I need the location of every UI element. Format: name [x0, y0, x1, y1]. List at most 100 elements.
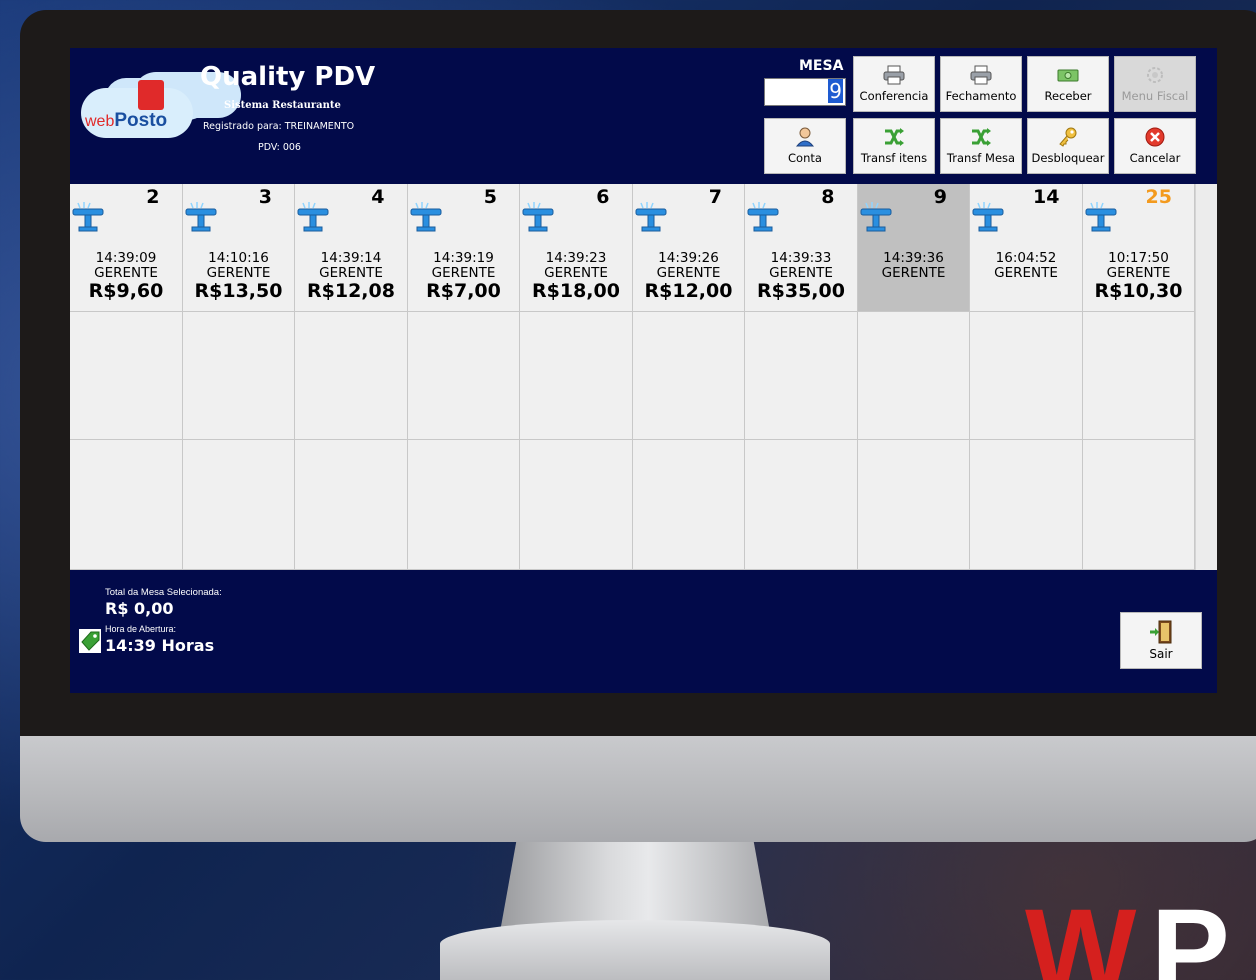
- mesa-input[interactable]: 9: [764, 78, 846, 106]
- desbloquear-label: Desbloquear: [1031, 151, 1105, 165]
- table-user: GERENTE: [544, 265, 608, 281]
- restaurant-table-icon: [522, 200, 554, 234]
- grid-scrollbar[interactable]: [1195, 184, 1217, 570]
- menu-fiscal-label: Menu Fiscal: [1121, 89, 1189, 103]
- table-number: 6: [596, 186, 610, 208]
- table-open-time: 10:17:50: [1108, 250, 1169, 266]
- brand-letter-p: P: [1151, 892, 1230, 980]
- cancelar-button[interactable]: Cancelar: [1114, 118, 1196, 174]
- mesa-input-value: 9: [828, 79, 843, 103]
- transfer-arrows-icon: [885, 128, 904, 146]
- monitor-neck: [500, 842, 770, 932]
- table-open-time: 14:39:26: [658, 250, 719, 266]
- cancelar-label: Cancelar: [1129, 151, 1181, 165]
- empty-table-cell[interactable]: [745, 440, 858, 570]
- registered-to: Registrado para: TREINAMENTO: [203, 121, 355, 132]
- empty-table-cell[interactable]: [70, 440, 183, 570]
- exit-door-icon: [1150, 620, 1172, 644]
- restaurant-table-icon: [297, 200, 329, 234]
- table-cell-6[interactable]: 6 14:39:23 GERENTE R$18,00: [520, 184, 633, 312]
- receber-label: Receber: [1044, 89, 1092, 103]
- transf-mesa-label: Transf Mesa: [946, 151, 1016, 165]
- total-value: R$ 0,00: [105, 599, 174, 618]
- empty-table-cell[interactable]: [1082, 312, 1195, 440]
- table-value: R$9,60: [88, 280, 164, 302]
- restaurant-table-icon: [185, 200, 217, 234]
- tag-icon: [79, 629, 101, 653]
- sair-button[interactable]: Sair: [1120, 612, 1202, 669]
- menu-fiscal-button[interactable]: Menu Fiscal: [1114, 56, 1196, 112]
- restaurant-table-icon: [860, 200, 892, 234]
- empty-table-cell[interactable]: [970, 312, 1083, 440]
- empty-table-cell[interactable]: [632, 440, 745, 570]
- conferencia-button[interactable]: Conferencia: [853, 56, 935, 112]
- money-icon: [1057, 69, 1079, 82]
- table-open-time: 14:39:36: [883, 250, 944, 266]
- conta-label: Conta: [788, 151, 822, 165]
- desbloquear-button[interactable]: Desbloquear: [1027, 118, 1109, 174]
- fiscal-gear-icon: [1147, 67, 1163, 83]
- table-cell-7[interactable]: 7 14:39:26 GERENTE R$12,00: [632, 184, 745, 312]
- restaurant-table-icon: [747, 200, 779, 234]
- table-user: GERENTE: [319, 265, 383, 281]
- empty-table-cell[interactable]: [520, 440, 633, 570]
- table-cell-14[interactable]: 14 16:04:52 GERENTE: [970, 184, 1083, 312]
- empty-table-cell[interactable]: [857, 440, 970, 570]
- table-user: GERENTE: [206, 265, 271, 281]
- table-cell-4[interactable]: 4 14:39:14 GERENTE R$12,08: [295, 184, 408, 312]
- restaurant-table-icon: [72, 200, 104, 234]
- logo-text-web: web: [85, 113, 115, 130]
- conta-button[interactable]: Conta: [764, 118, 846, 174]
- empty-table-cell[interactable]: [407, 440, 520, 570]
- restaurant-table-icon: [972, 200, 1004, 234]
- empty-table-cell[interactable]: [970, 440, 1083, 570]
- restaurant-table-icon: [1085, 200, 1117, 234]
- empty-table-cell[interactable]: [182, 440, 295, 570]
- table-value: R$35,00: [757, 280, 845, 302]
- table-value: R$7,00: [426, 280, 501, 302]
- table-number: 9: [933, 186, 947, 208]
- monitor-base: [440, 920, 830, 980]
- transf-itens-button[interactable]: Transf itens: [853, 118, 935, 174]
- table-open-time: 14:10:16: [208, 250, 269, 266]
- transf-mesa-button[interactable]: Transf Mesa: [940, 118, 1022, 174]
- empty-table-cell[interactable]: [295, 440, 408, 570]
- table-value: R$10,30: [1094, 280, 1183, 302]
- table-user: GERENTE: [994, 265, 1058, 281]
- table-cell-8[interactable]: 8 14:39:33 GERENTE R$35,00: [745, 184, 858, 312]
- table-user: GERENTE: [881, 265, 946, 281]
- empty-table-cell[interactable]: [70, 312, 183, 440]
- table-number: 4: [371, 186, 385, 208]
- fechamento-button[interactable]: Fechamento: [940, 56, 1022, 112]
- table-user: GERENTE: [656, 265, 721, 281]
- empty-table-cell[interactable]: [182, 312, 295, 440]
- app-footer: Total da Mesa Selecionada: R$ 0,00 Hora …: [70, 570, 1217, 693]
- table-cell-25[interactable]: 25 10:17:50 GERENTE R$10,30: [1082, 184, 1195, 312]
- table-cell-9[interactable]: 9 14:39:36 GERENTE: [857, 184, 970, 312]
- empty-table-cell[interactable]: [1082, 440, 1195, 570]
- app-title: Quality PDV: [200, 62, 376, 92]
- table-open-time: 14:39:09: [95, 250, 157, 266]
- empty-table-cell[interactable]: [632, 312, 745, 440]
- app-window: webPosto Quality PDV Sistema Restaurante…: [70, 48, 1217, 693]
- table-open-time: 14:39:33: [770, 250, 832, 266]
- table-user: GERENTE: [769, 265, 833, 281]
- empty-table-cell[interactable]: [857, 312, 970, 440]
- restaurant-table-icon: [410, 200, 442, 234]
- table-cell-3[interactable]: 3 14:10:16 GERENTE R$13,50: [182, 184, 295, 312]
- table-cell-5[interactable]: 5 14:39:19 GERENTE R$7,00: [407, 184, 520, 312]
- conferencia-label: Conferencia: [859, 89, 929, 103]
- transf-itens-label: Transf itens: [860, 151, 928, 165]
- empty-table-cell[interactable]: [295, 312, 408, 440]
- table-number: 2: [146, 186, 160, 208]
- empty-table-cell[interactable]: [407, 312, 520, 440]
- app-header: webPosto Quality PDV Sistema Restaurante…: [70, 48, 1217, 184]
- receber-button[interactable]: Receber: [1027, 56, 1109, 112]
- table-cell-2[interactable]: 2 14:39:09 GERENTE R$9,60: [70, 184, 183, 312]
- fuel-pump-icon: [138, 80, 164, 110]
- table-number: 14: [1033, 186, 1060, 208]
- empty-table-cell[interactable]: [520, 312, 633, 440]
- empty-table-cell[interactable]: [745, 312, 858, 440]
- pdv-number: PDV: 006: [258, 142, 301, 153]
- monitor-chin: [20, 736, 1256, 842]
